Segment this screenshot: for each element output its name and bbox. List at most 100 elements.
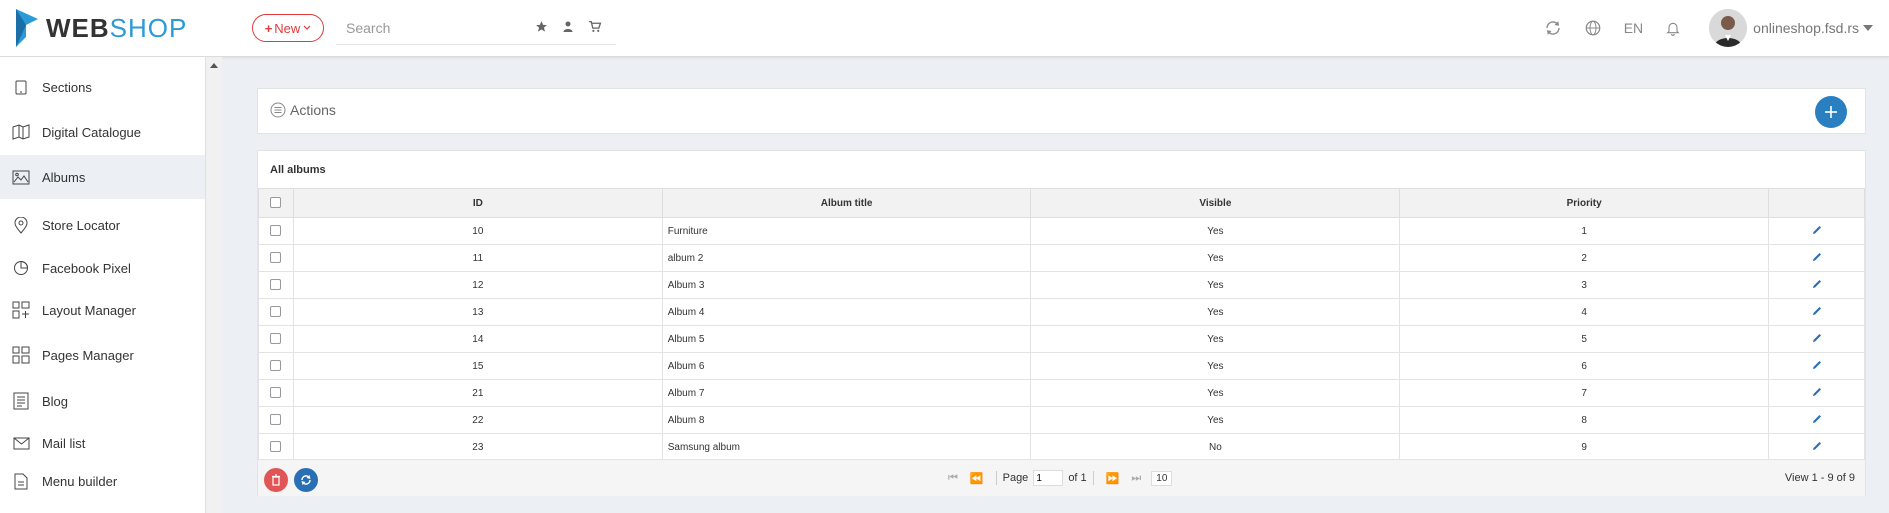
search-bar <box>336 14 616 45</box>
row-edit-cell <box>1768 406 1865 434</box>
sidebar-item-albums[interactable]: Albums <box>0 155 205 199</box>
sidebar-scrollbar[interactable] <box>205 57 222 513</box>
avatar[interactable] <box>1709 9 1748 47</box>
cell-visible: Yes <box>1030 352 1401 380</box>
sidebar-item-blog[interactable]: Blog <box>0 379 205 423</box>
row-select-cell <box>258 244 294 272</box>
column-header-visible[interactable]: Visible <box>1030 188 1401 218</box>
row-checkbox[interactable] <box>270 279 282 291</box>
sidebar-item-facebook-pixel[interactable]: Facebook Pixel <box>0 246 205 290</box>
page-number-input[interactable] <box>1033 470 1064 486</box>
sidebar-item-digital-catalogue[interactable]: Digital Catalogue <box>0 110 205 154</box>
user-icon[interactable] <box>562 20 574 33</box>
sidebar-item-label: Layout Manager <box>42 302 136 318</box>
row-checkbox[interactable] <box>270 306 282 318</box>
cell-album-title: Album 6 <box>661 352 1032 380</box>
cell-visible: Yes <box>1030 217 1401 245</box>
logo[interactable]: WEBSHOP <box>14 8 187 48</box>
table-row[interactable]: 22 Album 8 Yes 8 <box>258 406 1865 434</box>
user-name[interactable]: onlineshop.fsd.rs <box>1753 20 1859 36</box>
row-checkbox[interactable] <box>270 225 282 237</box>
prev-page-icon[interactable]: ⏪ <box>970 472 984 485</box>
row-select-cell <box>258 298 294 326</box>
row-checkbox[interactable] <box>270 360 282 372</box>
pencil-icon[interactable] <box>1812 333 1822 343</box>
table-row[interactable]: 13 Album 4 Yes 4 <box>258 298 1865 326</box>
row-select-cell <box>258 379 294 407</box>
table-row[interactable]: 12 Album 3 Yes 3 <box>258 271 1865 299</box>
caret-down-icon[interactable] <box>1863 25 1873 31</box>
cell-id: 14 <box>292 325 663 353</box>
globe-tool[interactable] <box>1584 19 1602 37</box>
column-header-edit <box>1768 188 1865 218</box>
pencil-icon[interactable] <box>1812 414 1822 424</box>
plus-icon: + <box>264 20 273 36</box>
cell-album-title: Album 4 <box>661 298 1032 326</box>
table-row[interactable]: 14 Album 5 Yes 5 <box>258 325 1865 353</box>
scroll-up-icon[interactable] <box>210 63 218 68</box>
cell-priority: 4 <box>1399 298 1770 326</box>
row-edit-cell <box>1768 433 1865 461</box>
column-header-id[interactable]: ID <box>292 188 663 218</box>
cell-id: 11 <box>292 244 663 272</box>
row-checkbox[interactable] <box>270 252 282 264</box>
cell-priority: 6 <box>1399 352 1770 380</box>
page-total-label: of 1 <box>1068 472 1087 484</box>
pagination: ⏮ ⏪ Page of 1 ⏩ ⏭ 10 <box>942 470 1173 486</box>
select-all-cell <box>258 188 294 218</box>
actions-toggle[interactable]: Actions <box>270 102 336 118</box>
globe-icon <box>1585 20 1601 36</box>
pencil-icon[interactable] <box>1812 252 1822 262</box>
row-checkbox[interactable] <box>270 414 282 426</box>
row-checkbox[interactable] <box>270 387 282 399</box>
pencil-icon[interactable] <box>1812 360 1822 370</box>
rows-per-page-select[interactable]: 10 <box>1151 470 1173 486</box>
sidebar-item-pages-manager[interactable]: Pages Manager <box>0 333 205 377</box>
row-select-cell <box>258 352 294 380</box>
row-checkbox[interactable] <box>270 441 282 453</box>
logo-text: WEBSHOP <box>46 13 187 44</box>
last-page-icon[interactable]: ⏭ <box>1131 472 1141 485</box>
sidebar-item-sections[interactable]: Sections <box>0 65 205 109</box>
star-icon[interactable] <box>535 20 548 33</box>
language-selector[interactable]: EN <box>1624 20 1643 36</box>
reload-button[interactable] <box>294 468 318 492</box>
column-header-priority[interactable]: Priority <box>1399 188 1770 218</box>
table-row[interactable]: 15 Album 6 Yes 6 <box>258 352 1865 380</box>
pencil-icon[interactable] <box>1812 306 1822 316</box>
row-select-cell <box>258 217 294 245</box>
albums-panel: All albums ID Album title Visible Priori… <box>257 150 1866 496</box>
table-row[interactable]: 10 Furniture Yes 1 <box>258 217 1865 245</box>
table-title: All albums <box>270 164 326 176</box>
pencil-icon[interactable] <box>1812 387 1822 397</box>
notifications-tool[interactable] <box>1665 19 1681 37</box>
sidebar-item-store-locator[interactable]: Store Locator <box>0 203 205 247</box>
row-checkbox[interactable] <box>270 333 282 345</box>
row-edit-cell <box>1768 271 1865 299</box>
sidebar-item-layout-manager[interactable]: Layout Manager <box>0 288 205 332</box>
row-edit-cell <box>1768 298 1865 326</box>
sidebar-item-menu-builder[interactable]: Menu builder <box>0 459 205 503</box>
cart-icon[interactable] <box>588 20 602 33</box>
table-row[interactable]: 23 Samsung album No 9 <box>258 433 1865 461</box>
add-album-button[interactable] <box>1815 96 1847 128</box>
new-button[interactable]: + New <box>252 14 324 42</box>
select-all-checkbox[interactable] <box>270 197 282 209</box>
cell-album-title: Album 8 <box>661 406 1032 434</box>
refresh-tool[interactable] <box>1544 19 1562 37</box>
bell-icon <box>1666 22 1680 36</box>
search-input[interactable] <box>336 14 538 42</box>
row-edit-cell <box>1768 325 1865 353</box>
delete-button[interactable] <box>264 468 288 492</box>
table-row[interactable]: 21 Album 7 Yes 7 <box>258 379 1865 407</box>
cell-id: 22 <box>292 406 663 434</box>
next-page-icon[interactable]: ⏩ <box>1106 472 1120 485</box>
first-page-icon[interactable]: ⏮ <box>948 472 958 485</box>
column-header-album-title[interactable]: Album title <box>661 188 1032 218</box>
cell-id: 10 <box>292 217 663 245</box>
pencil-icon[interactable] <box>1812 225 1822 235</box>
pencil-icon[interactable] <box>1812 279 1822 289</box>
table-row[interactable]: 11 album 2 Yes 2 <box>258 244 1865 272</box>
refresh-icon <box>301 475 311 485</box>
pencil-icon[interactable] <box>1812 441 1822 451</box>
